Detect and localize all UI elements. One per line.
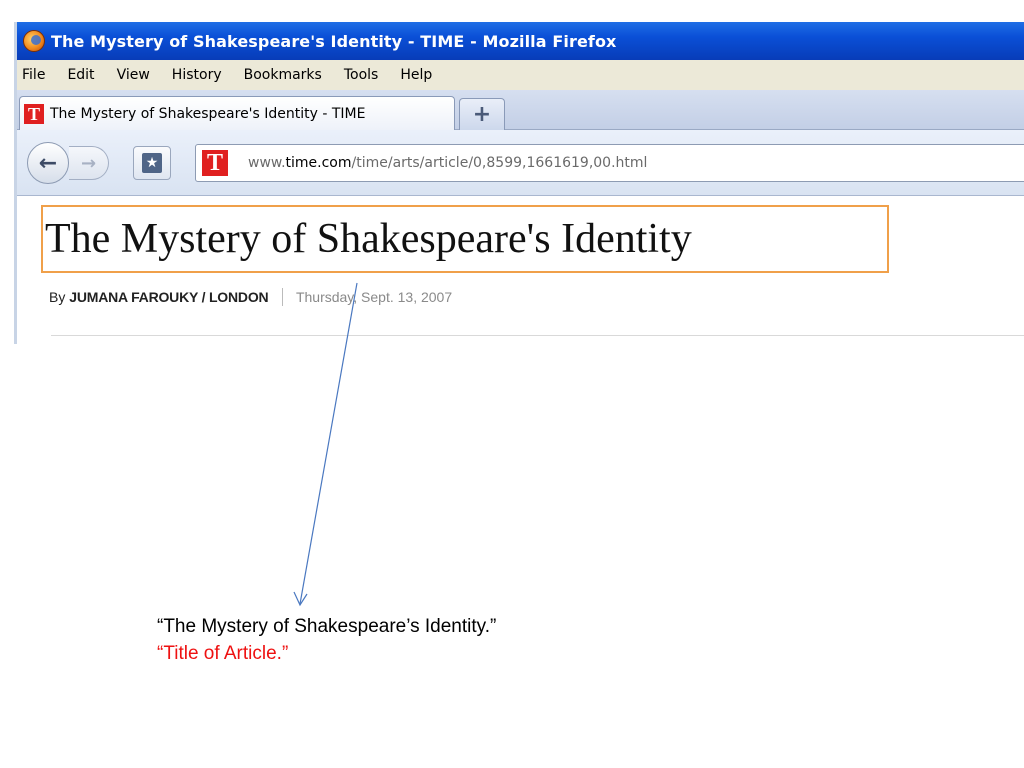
menu-view[interactable]: View: [117, 67, 150, 83]
menu-history[interactable]: History: [172, 67, 222, 83]
back-arrow-icon: ←: [38, 150, 58, 176]
tab-title: The Mystery of Shakespeare's Identity - …: [50, 105, 366, 122]
byline-separator: [282, 288, 284, 306]
content-divider: [51, 335, 1024, 336]
caption-quote: “The Mystery of Shakespeare’s Identity.”: [157, 616, 497, 637]
menu-help[interactable]: Help: [400, 67, 432, 83]
menu-bar: File Edit View History Bookmarks Tools H…: [17, 60, 1024, 90]
menu-tools[interactable]: Tools: [344, 67, 379, 83]
tab-article[interactable]: T The Mystery of Shakespeare's Identity …: [19, 96, 455, 130]
browser-window: The Mystery of Shakespeare's Identity - …: [14, 22, 1024, 344]
tab-strip: T The Mystery of Shakespeare's Identity …: [17, 90, 1024, 130]
new-tab-button[interactable]: +: [459, 98, 505, 130]
window-title: The Mystery of Shakespeare's Identity - …: [51, 31, 617, 51]
forward-button[interactable]: →: [69, 146, 109, 180]
bookmark-star-icon: ★: [142, 153, 162, 173]
url-path: /time/arts/article/0,8599,1661619,00.htm…: [351, 155, 648, 171]
bookmark-button[interactable]: ★: [133, 146, 171, 180]
navigation-toolbar: ← → ★ T www.time.com/time/arts/article/0…: [17, 130, 1024, 196]
url-bar[interactable]: T www.time.com/time/arts/article/0,8599,…: [195, 144, 1024, 182]
title-bar: The Mystery of Shakespeare's Identity - …: [17, 22, 1024, 60]
menu-file[interactable]: File: [22, 67, 45, 83]
back-button[interactable]: ←: [27, 142, 69, 184]
title-highlight-box: [41, 205, 889, 273]
url-prefix: www.: [248, 155, 286, 171]
byline-date: Thursday, Sept. 13, 2007: [295, 289, 453, 305]
menu-edit[interactable]: Edit: [67, 67, 94, 83]
url-text: www.time.com/time/arts/article/0,8599,16…: [248, 155, 647, 171]
menu-bookmarks[interactable]: Bookmarks: [244, 67, 322, 83]
url-domain: time.com: [285, 155, 352, 171]
forward-arrow-icon: →: [80, 152, 97, 174]
byline-prefix: By: [49, 289, 66, 305]
caption-label: “Title of Article.”: [157, 643, 289, 664]
firefox-icon: [23, 30, 45, 52]
article-byline: By JUMANA FAROUKY / LONDON Thursday, Sep…: [49, 288, 452, 306]
site-favicon-icon: T: [202, 150, 228, 176]
annotation-caption: “The Mystery of Shakespeare’s Identity.”…: [157, 613, 496, 667]
time-favicon-icon: T: [24, 103, 44, 124]
byline-author[interactable]: JUMANA FAROUKY / LONDON: [69, 289, 268, 305]
